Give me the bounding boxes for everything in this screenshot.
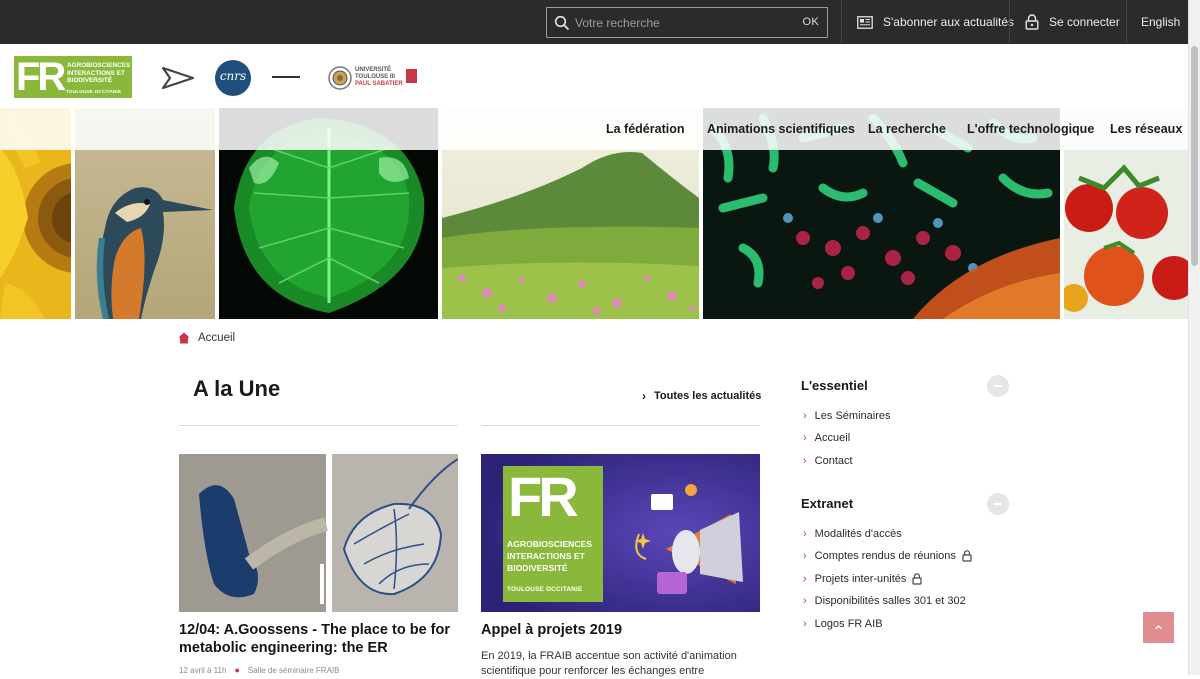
sidebar-item-label: Contact	[814, 455, 853, 467]
fraib-logo-text: AGROBIOSCIENCES INTERACTIONS ET BIODIVER…	[67, 62, 130, 85]
all-news-label: Toutes les actualités	[654, 390, 762, 402]
ut3-logo-line: TOULOUSE III	[355, 73, 395, 80]
fraib-logo-letters: FR	[16, 56, 66, 98]
search-ok-button[interactable]: OK	[803, 16, 820, 28]
all-news-link[interactable]: › Toutes les actualités	[642, 389, 761, 403]
ut3-logo[interactable]: UNIVERSITÉ TOULOUSE III PAUL SABATIER	[328, 65, 418, 91]
sidebar-item-accueil[interactable]: › Accueil	[803, 432, 850, 444]
poster-fr-line: AGROBIOSCIENCES	[507, 539, 592, 549]
nav-item-federation[interactable]: La fédération	[606, 108, 685, 150]
cnrs-logo[interactable]: cnrs	[215, 60, 251, 96]
sidebar-item-salles[interactable]: › Disponibilités salles 301 et 302	[803, 595, 966, 607]
chevron-right-icon: ›	[803, 432, 807, 444]
sidebar-item-label: Accueil	[814, 432, 851, 444]
login-label: Se connecter	[1049, 15, 1120, 29]
subscribe-link[interactable]: S'abonner aux actualités	[857, 0, 1014, 44]
cnrs-logo-text: cnrs	[219, 69, 247, 83]
sidebar-item-label: Projets inter-unités	[814, 573, 907, 585]
poster-fr-logo: FR AGROBIOSCIENCES INTERACTIONS ET BIODI…	[503, 466, 603, 602]
fraib-logo-subtitle: TOULOUSE OCCITANIE	[66, 89, 122, 94]
language-label: English	[1141, 15, 1181, 29]
breadcrumb[interactable]: Accueil	[178, 330, 235, 346]
news-card-place: Salle de séminaire FRAIB	[247, 666, 340, 675]
sidebar-item-label: Les Séminaires	[814, 410, 891, 422]
fraib-logo[interactable]: FR AGROBIOSCIENCES INTERACTIONS ET BIODI…	[14, 56, 132, 98]
search-input[interactable]	[575, 12, 795, 34]
news-card-title[interactable]: 12/04: A.Goossens - The place to be for …	[179, 622, 464, 657]
sidebar-item-label: Comptes rendus de réunions	[814, 550, 956, 562]
language-switch[interactable]: English	[1141, 0, 1180, 44]
nav-item-animations[interactable]: Animations scientifiques	[707, 108, 855, 150]
chevron-right-icon: ›	[803, 455, 807, 467]
poster-fr-line: INTERACTIONS ET	[507, 551, 585, 561]
scrollbar-thumb[interactable]	[1191, 46, 1198, 266]
sidebar-item-label: Logos FR AIB	[814, 618, 883, 630]
sidebar-item-modalites[interactable]: › Modalités d'accès	[803, 528, 902, 540]
top-divider	[841, 0, 842, 44]
news-card-meta: 12 avril à 11h ● Salle de séminaire FRAIB	[179, 665, 339, 675]
news-section-title: A la Une	[193, 376, 281, 401]
ut3-logo-line: PAUL SABATIER	[355, 80, 403, 87]
chevron-right-icon: ›	[803, 595, 807, 607]
sidebar-item-contact[interactable]: › Contact	[803, 455, 853, 467]
sidebar-item-seminaires[interactable]: › Les Séminaires	[803, 410, 891, 422]
lock-icon	[912, 573, 922, 585]
poster-fr-subtitle: TOULOUSE OCCITANIE	[507, 586, 583, 593]
back-to-top-button[interactable]	[1143, 612, 1174, 643]
ut3-logo-line: UNIVERSITÉ	[355, 67, 392, 73]
send-arrow-icon	[161, 66, 195, 90]
chevron-right-icon: ›	[642, 389, 646, 403]
sidebar-item-label: Modalités d'accès	[814, 528, 902, 540]
sidebar-item-logos[interactable]: › Logos FR AIB	[803, 618, 883, 630]
chevron-right-icon: ›	[803, 528, 807, 540]
chevron-right-icon: ›	[803, 550, 807, 562]
subscribe-label: S'abonner aux actualités	[883, 15, 1015, 29]
ut3-seal-icon	[328, 66, 352, 90]
page-scrollbar[interactable]	[1188, 0, 1200, 675]
sidebar-item-projets[interactable]: › Projets inter-unités	[803, 573, 922, 585]
search-box: OK	[546, 7, 828, 38]
fraib-logo-line: AGROBIOSCIENCES	[67, 62, 131, 69]
sidebar-item-label: Disponibilités salles 301 et 302	[814, 595, 966, 607]
sidebar-essentiel-title: L'essentiel	[801, 378, 868, 393]
arrow-up-icon	[1155, 625, 1162, 630]
top-divider	[1126, 0, 1127, 44]
news-card-image[interactable]	[179, 454, 458, 612]
nav-item-reseaux[interactable]: Les réseaux	[1110, 108, 1182, 150]
collapse-essentiel-button[interactable]	[987, 375, 1009, 397]
sidebar-extranet-title: Extranet	[801, 496, 854, 511]
lock-icon	[962, 550, 972, 562]
home-icon	[178, 332, 190, 344]
news-card-poster[interactable]: FR AGROBIOSCIENCES INTERACTIONS ET BIODI…	[481, 454, 760, 612]
poster-fr-lines: AGROBIOSCIENCES INTERACTIONS ET BIODIVER…	[507, 538, 603, 574]
chevron-right-icon: ›	[803, 410, 807, 422]
chevron-right-icon: ›	[803, 618, 807, 630]
search-icon	[554, 15, 570, 31]
top-bar: OK S'abonner aux actualités Se connecter…	[0, 0, 1188, 44]
login-link[interactable]: Se connecter	[1025, 0, 1120, 44]
fraib-logo-line: BIODIVERSITÉ	[67, 77, 113, 85]
news-card-date: 12 avril à 11h	[179, 666, 227, 675]
collapse-extranet-button[interactable]	[987, 493, 1009, 515]
divider	[179, 425, 458, 426]
lock-icon	[1025, 14, 1039, 30]
news-card-title[interactable]: Appel à projets 2019	[481, 622, 766, 640]
nav-item-offre-technologique[interactable]: L'offre technologique	[967, 108, 1094, 150]
poster-fr-line: BIODIVERSITÉ	[507, 563, 568, 573]
newsletter-icon	[857, 15, 873, 29]
nav-item-recherche[interactable]: La recherche	[868, 108, 946, 150]
breadcrumb-home: Accueil	[198, 332, 236, 344]
poster-fr-letters: FR	[508, 465, 579, 528]
sidebar-item-comptes-rendus[interactable]: › Comptes rendus de réunions	[803, 550, 972, 562]
top-divider	[1009, 0, 1010, 44]
divider	[481, 425, 760, 426]
ut3-logo-mark	[406, 69, 417, 83]
ut3-logo-text: UNIVERSITÉ TOULOUSE III PAUL SABATIER	[355, 67, 403, 87]
chevron-right-icon: ›	[803, 573, 807, 585]
meta-separator-dot: ●	[234, 665, 240, 675]
logo-divider	[272, 76, 300, 78]
